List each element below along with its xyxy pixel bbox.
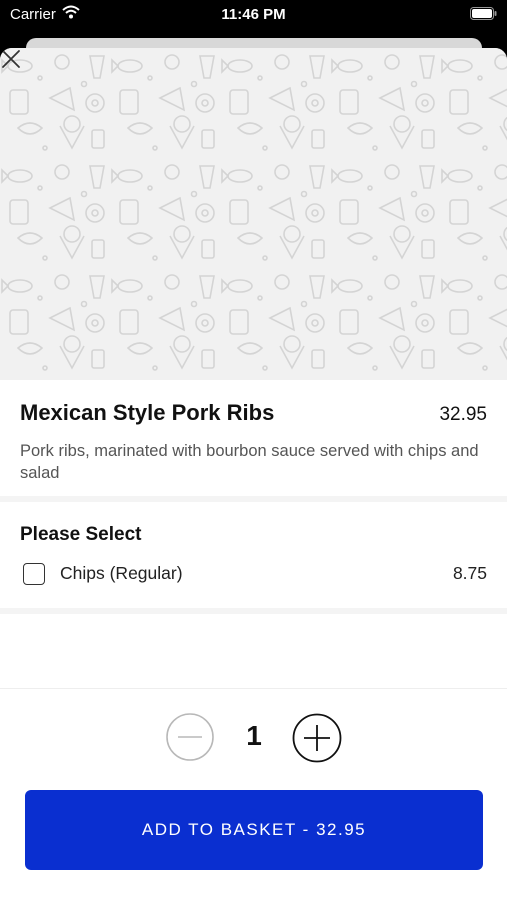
item-title: Mexican Style Pork Ribs — [20, 400, 275, 425]
item-price: 32.95 — [439, 404, 487, 425]
status-time: 11:46 PM — [221, 6, 286, 23]
status-bar: Carrier 11:46 PM — [0, 0, 507, 30]
option-label: Chips (Regular) — [60, 563, 183, 583]
close-icon[interactable] — [0, 48, 22, 70]
section-divider — [0, 496, 507, 502]
option-row-chips[interactable]: Chips (Regular) 8.75 — [20, 560, 487, 590]
battery-icon — [470, 7, 497, 20]
quantity-value: 1 — [246, 720, 262, 751]
section-divider — [0, 608, 507, 614]
decrease-quantity-button[interactable] — [166, 713, 214, 761]
plus-icon — [304, 725, 330, 751]
options-section-title: Please Select — [20, 524, 142, 545]
add-to-basket-button[interactable]: ADD TO BASKET - 32.95 — [25, 790, 483, 870]
food-doodle-pattern — [0, 48, 507, 380]
option-price: 8.75 — [452, 563, 487, 583]
increase-quantity-button[interactable] — [292, 713, 342, 763]
footer-separator — [0, 688, 507, 689]
item-image-placeholder — [0, 48, 507, 380]
item-description: Pork ribs, marinated with bourbon sauce … — [20, 442, 479, 482]
item-detail-sheet: Mexican Style Pork Ribs 32.95 Pork ribs,… — [0, 48, 507, 900]
option-checkbox[interactable] — [23, 563, 45, 585]
